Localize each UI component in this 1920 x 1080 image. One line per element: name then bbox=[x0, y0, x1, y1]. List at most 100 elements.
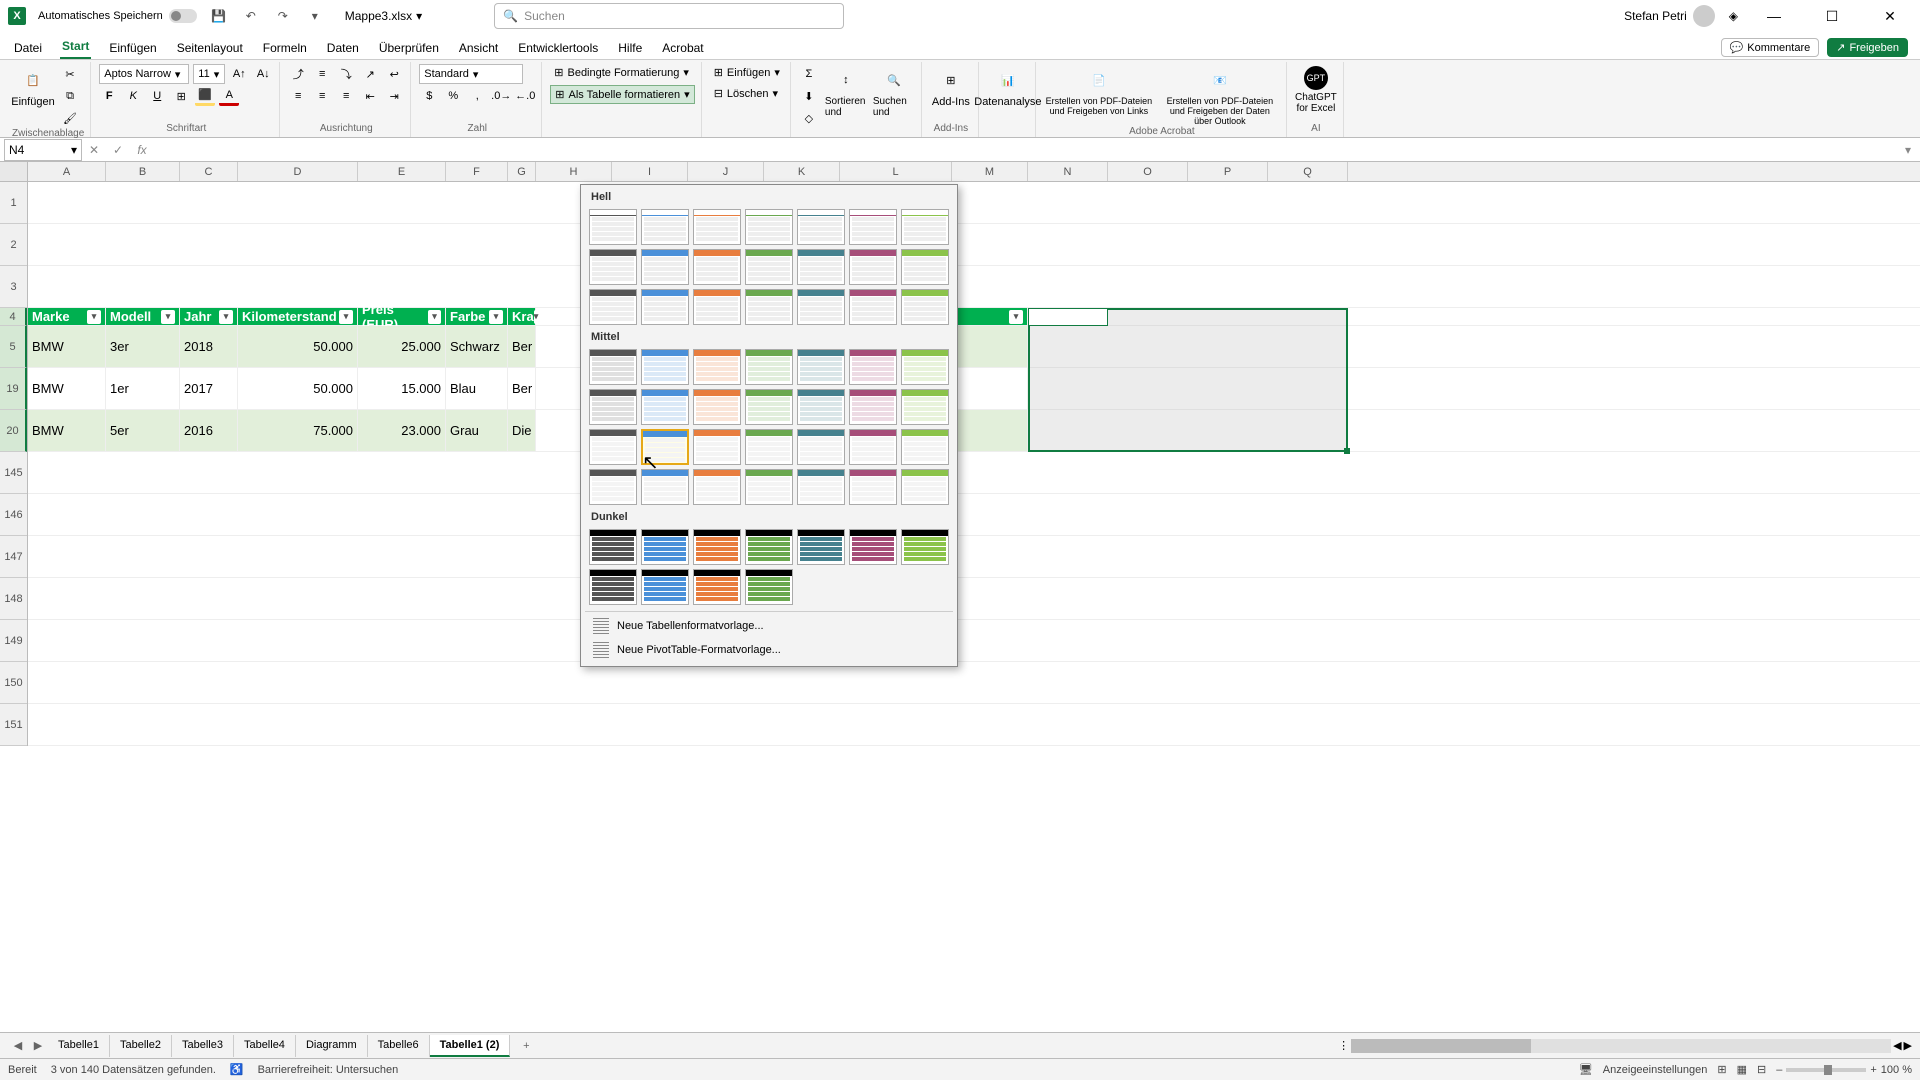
filter-dropdown-icon[interactable]: ▾ bbox=[87, 310, 101, 324]
zoom-out-button[interactable]: – bbox=[1776, 1064, 1782, 1076]
table-style-swatch[interactable] bbox=[641, 529, 689, 565]
user-account[interactable]: Stefan Petri bbox=[1624, 5, 1715, 27]
table-style-swatch[interactable] bbox=[589, 569, 637, 605]
row-header-151[interactable]: 151 bbox=[0, 704, 27, 746]
table-cell[interactable]: 1er bbox=[106, 368, 180, 409]
copy-icon[interactable]: ⧉ bbox=[60, 86, 80, 106]
table-style-swatch[interactable] bbox=[693, 209, 741, 245]
ribbon-tab-start[interactable]: Start bbox=[60, 35, 91, 59]
column-header-N[interactable]: N bbox=[1028, 162, 1108, 181]
table-header-cell[interactable]: Kra▾ bbox=[508, 308, 536, 325]
table-header-cell[interactable]: Jahr▾ bbox=[180, 308, 238, 325]
ribbon-tab-überprüfen[interactable]: Überprüfen bbox=[377, 37, 441, 59]
data-analysis-button[interactable]: 📊 Datenanalyse bbox=[987, 64, 1029, 108]
row-header-5[interactable]: 5 bbox=[0, 326, 27, 368]
table-style-swatch[interactable] bbox=[641, 249, 689, 285]
table-header-cell[interactable]: Marke▾ bbox=[28, 308, 106, 325]
table-cell[interactable]: Ber bbox=[508, 326, 536, 367]
ribbon-tab-entwicklertools[interactable]: Entwicklertools bbox=[516, 37, 600, 59]
scroll-right-icon[interactable]: ▶ bbox=[1904, 1039, 1912, 1052]
table-style-swatch[interactable] bbox=[589, 349, 637, 385]
row-header-4[interactable]: 4 bbox=[0, 308, 27, 326]
column-header-O[interactable]: O bbox=[1108, 162, 1188, 181]
increase-indent-icon[interactable]: ⇥ bbox=[384, 86, 404, 106]
table-style-swatch[interactable] bbox=[589, 249, 637, 285]
row-header-1[interactable]: 1 bbox=[0, 182, 27, 224]
table-cell[interactable]: Ber bbox=[508, 368, 536, 409]
table-style-swatch[interactable] bbox=[849, 249, 897, 285]
table-style-swatch[interactable] bbox=[901, 389, 949, 425]
comma-icon[interactable]: , bbox=[467, 86, 487, 106]
zoom-level[interactable]: 100 % bbox=[1881, 1064, 1912, 1076]
column-header-A[interactable]: A bbox=[28, 162, 106, 181]
ribbon-tab-daten[interactable]: Daten bbox=[325, 37, 361, 59]
format-as-table-button[interactable]: ⊞ Als Tabelle formatieren ▾ bbox=[550, 85, 694, 104]
undo-icon[interactable]: ↶ bbox=[241, 6, 261, 26]
minimize-button[interactable]: — bbox=[1752, 2, 1796, 30]
column-header-P[interactable]: P bbox=[1188, 162, 1268, 181]
table-cell[interactable]: 15.000 bbox=[358, 368, 446, 409]
fill-color-button[interactable]: ⬛ bbox=[195, 86, 215, 106]
cancel-formula-icon[interactable]: ✕ bbox=[82, 143, 106, 157]
number-format-select[interactable]: Standard▾ bbox=[419, 64, 523, 84]
table-style-swatch[interactable] bbox=[797, 349, 845, 385]
table-style-swatch[interactable] bbox=[797, 289, 845, 325]
ribbon-tab-einfügen[interactable]: Einfügen bbox=[107, 37, 158, 59]
table-style-swatch[interactable] bbox=[589, 429, 637, 465]
row-header-2[interactable]: 2 bbox=[0, 224, 27, 266]
addins-button[interactable]: ⊞ Add-Ins bbox=[930, 64, 972, 108]
table-cell[interactable]: BMW bbox=[28, 368, 106, 409]
align-left-icon[interactable]: ≡ bbox=[288, 86, 308, 106]
table-style-swatch[interactable] bbox=[901, 429, 949, 465]
ribbon-tab-hilfe[interactable]: Hilfe bbox=[616, 37, 644, 59]
table-style-swatch[interactable] bbox=[693, 469, 741, 505]
table-style-swatch[interactable] bbox=[693, 529, 741, 565]
table-style-swatch[interactable] bbox=[589, 529, 637, 565]
expand-formula-icon[interactable]: ▾ bbox=[1896, 143, 1920, 157]
sheet-nav-next[interactable]: ▶ bbox=[28, 1039, 48, 1052]
scroll-left-icon[interactable]: ◀ bbox=[1893, 1039, 1901, 1052]
table-style-swatch[interactable] bbox=[745, 289, 793, 325]
fill-icon[interactable]: ⬇ bbox=[799, 86, 819, 106]
table-style-swatch[interactable] bbox=[641, 569, 689, 605]
table-cell[interactable]: 2016 bbox=[180, 410, 238, 451]
sheet-tab[interactable]: Tabelle4 bbox=[234, 1035, 296, 1057]
search-input[interactable]: 🔍 Suchen bbox=[494, 3, 844, 29]
row-header-150[interactable]: 150 bbox=[0, 662, 27, 704]
table-header-cell[interactable]: Preis (EUR)▾ bbox=[358, 308, 446, 325]
filter-dropdown-icon[interactable]: ▾ bbox=[428, 310, 441, 324]
percent-icon[interactable]: % bbox=[443, 86, 463, 106]
column-header-Q[interactable]: Q bbox=[1268, 162, 1348, 181]
table-style-swatch[interactable] bbox=[745, 249, 793, 285]
row-header-19[interactable]: 19 bbox=[0, 368, 27, 410]
paste-button[interactable]: 📋 Einfügen bbox=[12, 64, 54, 108]
create-pdf-outlook-button[interactable]: 📧 Erstellen von PDF-Dateien und Freigebe… bbox=[1160, 64, 1280, 126]
delete-cells-button[interactable]: ⊟ Löschen ▾ bbox=[710, 85, 784, 102]
font-name-select[interactable]: Aptos Narrow▾ bbox=[99, 64, 189, 84]
sheet-tab[interactable]: Tabelle1 bbox=[48, 1035, 110, 1057]
table-style-swatch[interactable] bbox=[849, 529, 897, 565]
table-cell[interactable]: 3er bbox=[106, 326, 180, 367]
normal-view-icon[interactable]: ⊞ bbox=[1717, 1063, 1726, 1076]
autosave-toggle[interactable] bbox=[169, 9, 197, 23]
column-header-C[interactable]: C bbox=[180, 162, 238, 181]
page-break-view-icon[interactable]: ⊟ bbox=[1757, 1063, 1766, 1076]
row-header-145[interactable]: 145 bbox=[0, 452, 27, 494]
table-style-swatch[interactable] bbox=[589, 209, 637, 245]
table-style-swatch[interactable] bbox=[589, 469, 637, 505]
redo-icon[interactable]: ↷ bbox=[273, 6, 293, 26]
table-style-swatch[interactable] bbox=[901, 349, 949, 385]
table-style-swatch[interactable] bbox=[745, 429, 793, 465]
table-style-swatch[interactable] bbox=[849, 349, 897, 385]
orientation-icon[interactable]: ↗ bbox=[360, 64, 380, 84]
row-header-20[interactable]: 20 bbox=[0, 410, 27, 452]
table-style-swatch[interactable] bbox=[693, 569, 741, 605]
table-style-swatch[interactable] bbox=[901, 209, 949, 245]
table-cell[interactable]: Blau bbox=[446, 368, 508, 409]
filter-dropdown-icon[interactable]: ▾ bbox=[161, 310, 175, 324]
zoom-slider[interactable] bbox=[1786, 1068, 1866, 1072]
column-header-F[interactable]: F bbox=[446, 162, 508, 181]
filter-dropdown-icon[interactable]: ▾ bbox=[489, 310, 503, 324]
comments-button[interactable]: 💬 Kommentare bbox=[1721, 38, 1820, 57]
column-header-E[interactable]: E bbox=[358, 162, 446, 181]
